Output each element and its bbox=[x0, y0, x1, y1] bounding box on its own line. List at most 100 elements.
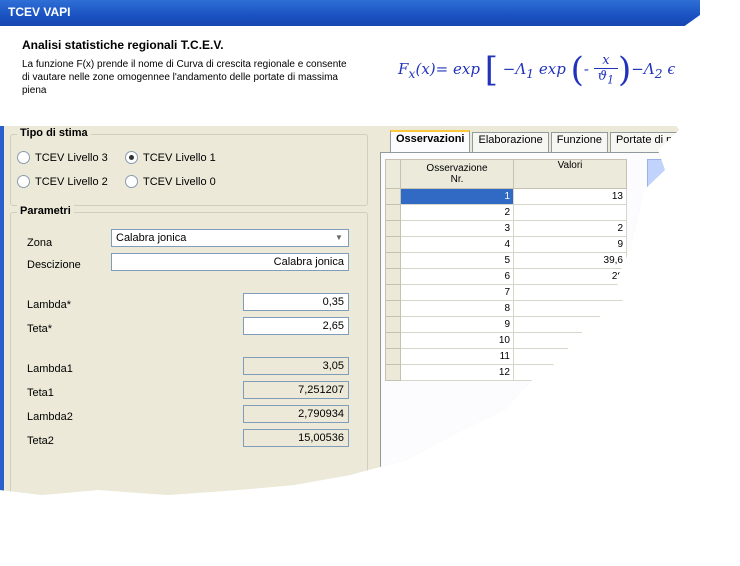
cell-valore[interactable] bbox=[513, 332, 627, 349]
teta1-field: 7,251207 bbox=[243, 381, 349, 399]
radio-tcev-livello-0[interactable]: TCEV Livello 0 bbox=[125, 175, 216, 188]
cell-valore[interactable] bbox=[513, 348, 627, 365]
cell-valore[interactable] bbox=[513, 204, 627, 221]
lambda2-label: Lambda2 bbox=[27, 411, 73, 423]
cell-nr[interactable]: 10 bbox=[400, 332, 514, 349]
formula-exp1: exp bbox=[538, 60, 566, 78]
formula-lambda1-sub: 1 bbox=[526, 66, 535, 81]
teta1-label: Teta1 bbox=[27, 387, 54, 399]
cell-valore[interactable] bbox=[513, 284, 627, 301]
right-pane: Osservazioni Elaborazione Funzione Porta… bbox=[370, 126, 700, 495]
table-row[interactable]: 12 bbox=[385, 364, 627, 381]
zona-select-value: Calabra jonica bbox=[116, 232, 187, 244]
chevron-down-icon[interactable]: ▼ bbox=[332, 232, 346, 244]
header-description: La funzione F(x) prende il nome di Curva… bbox=[22, 59, 347, 96]
cell-nr[interactable]: 7 bbox=[400, 284, 514, 301]
lambda1-field: 3,05 bbox=[243, 357, 349, 375]
radio-tcev-livello-3[interactable]: TCEV Livello 3 bbox=[17, 151, 108, 164]
formula-lhs-arg: (x)= exp bbox=[415, 60, 480, 78]
teta-star-label: Teta* bbox=[27, 323, 53, 335]
cell-nr[interactable]: 4 bbox=[400, 236, 514, 253]
table-row[interactable]: 10 bbox=[385, 332, 627, 349]
row-header-corner bbox=[385, 159, 401, 189]
tcev-window: TCEV VAPI Analisi statistiche regionali … bbox=[0, 0, 700, 495]
tab-elaborazione[interactable]: Elaborazione bbox=[472, 132, 549, 153]
table-row[interactable]: 9 bbox=[385, 316, 627, 333]
formula-exp2: exp bbox=[667, 60, 695, 78]
cell-nr[interactable]: 2 bbox=[400, 204, 514, 221]
descrizione-label: Descizione bbox=[27, 259, 81, 271]
radio-label: TCEV Livello 2 bbox=[35, 175, 108, 188]
cell-nr[interactable]: 12 bbox=[400, 364, 514, 381]
lambda1-label: Lambda1 bbox=[27, 363, 73, 375]
cell-nr[interactable]: 1 bbox=[400, 188, 514, 205]
window-title: TCEV VAPI bbox=[8, 5, 71, 19]
tab-osservazioni[interactable]: Osservazioni bbox=[390, 130, 471, 154]
cell-valore[interactable]: 13 bbox=[513, 188, 627, 205]
formula-lambda1: −Λ bbox=[502, 60, 527, 78]
vertical-scrollbar[interactable] bbox=[647, 159, 667, 201]
cell-valore[interactable] bbox=[513, 364, 627, 381]
lambda-star-field[interactable]: 0,35 bbox=[243, 293, 349, 311]
cell-nr[interactable]: 9 bbox=[400, 316, 514, 333]
table-row[interactable]: 1 13 bbox=[385, 188, 627, 205]
radio-tcev-livello-1[interactable]: TCEV Livello 1 bbox=[125, 151, 216, 164]
descrizione-field[interactable]: Calabra jonica bbox=[111, 253, 349, 271]
radio-label: TCEV Livello 1 bbox=[143, 151, 216, 164]
tipo-stima-label: Tipo di stima bbox=[17, 127, 91, 139]
body-area: Tipo di stima TCEV Livello 3 TCEV Livell… bbox=[0, 126, 700, 495]
table-row[interactable]: 5 39,6 bbox=[385, 252, 627, 269]
radio-button-icon[interactable] bbox=[17, 151, 30, 164]
radio-label: TCEV Livello 3 bbox=[35, 151, 108, 164]
radio-tcev-livello-2[interactable]: TCEV Livello 2 bbox=[17, 175, 108, 188]
header-panel: Analisi statistiche regionali T.C.E.V. L… bbox=[0, 26, 700, 126]
cell-valore[interactable] bbox=[513, 316, 627, 333]
title-bar[interactable]: TCEV VAPI bbox=[0, 0, 700, 26]
cell-nr[interactable]: 11 bbox=[400, 348, 514, 365]
column-header-valori[interactable]: Valori bbox=[513, 159, 627, 189]
header-title: Analisi statistiche regionali T.C.E.V. bbox=[22, 38, 224, 52]
left-pane: Tipo di stima TCEV Livello 3 TCEV Livell… bbox=[0, 126, 372, 495]
parametri-group: Parametri Zona Calabra jonica ▼ Descizio… bbox=[10, 205, 368, 495]
radio-button-selected-icon[interactable] bbox=[125, 151, 138, 164]
zona-select[interactable]: Calabra jonica ▼ bbox=[111, 229, 349, 247]
tab-strip: Osservazioni Elaborazione Funzione Porta… bbox=[390, 130, 680, 154]
column-header-nr-line2: Nr. bbox=[450, 174, 464, 185]
cell-valore[interactable]: 2 bbox=[513, 220, 627, 237]
cell-valore[interactable]: 9 bbox=[513, 236, 627, 253]
table-row[interactable]: 7 bbox=[385, 284, 627, 301]
cell-nr[interactable]: 8 bbox=[400, 300, 514, 317]
tipo-stima-group: Tipo di stima TCEV Livello 3 TCEV Livell… bbox=[10, 127, 368, 206]
teta2-field: 15,00536 bbox=[243, 429, 349, 447]
cell-valore[interactable]: 39,6 bbox=[513, 252, 627, 269]
radio-label: TCEV Livello 0 bbox=[143, 175, 216, 188]
cell-nr[interactable]: 5 bbox=[400, 252, 514, 269]
cell-nr[interactable]: 6 bbox=[400, 268, 514, 285]
lambda-star-label: Lambda* bbox=[27, 299, 72, 311]
cell-valore[interactable]: 28 bbox=[513, 268, 627, 285]
osservazioni-grid[interactable]: Osservazione Nr. Valori 1 13 2 3 2 4 9 5… bbox=[385, 159, 667, 381]
table-row[interactable]: 49 bbox=[385, 236, 627, 253]
table-row[interactable]: 6 28 bbox=[385, 268, 627, 285]
cell-valore[interactable] bbox=[513, 300, 627, 317]
table-row[interactable]: 32 bbox=[385, 220, 627, 237]
cell-nr[interactable]: 3 bbox=[400, 220, 514, 237]
table-row[interactable]: 11 bbox=[385, 348, 627, 365]
radio-button-icon[interactable] bbox=[17, 175, 30, 188]
formula-lambda2: −Λ bbox=[631, 60, 655, 78]
teta-star-field[interactable]: 2,65 bbox=[243, 317, 349, 335]
column-header-nr[interactable]: Osservazione Nr. bbox=[400, 159, 514, 189]
formula-frac1: x ϑ1 bbox=[593, 53, 618, 87]
formula-den1: ϑ bbox=[597, 69, 608, 85]
teta2-label: Teta2 bbox=[27, 435, 54, 447]
tcev-formula: Fx(x)= exp [ −Λ1 exp (- xϑ1)−Λ2 exp (- x… bbox=[398, 50, 700, 90]
formula-lhs: F bbox=[398, 60, 409, 78]
formula-minus1: - bbox=[583, 60, 589, 78]
table-row[interactable]: 8 bbox=[385, 300, 627, 317]
tab-portate[interactable]: Portate di p bbox=[609, 132, 679, 153]
osservazioni-panel: Osservazione Nr. Valori 1 13 2 3 2 4 9 5… bbox=[380, 152, 672, 495]
column-header-valori-label: Valori bbox=[557, 160, 583, 171]
table-row[interactable]: 2 bbox=[385, 204, 627, 221]
tab-funzione[interactable]: Funzione bbox=[550, 132, 608, 153]
radio-button-icon[interactable] bbox=[125, 175, 138, 188]
